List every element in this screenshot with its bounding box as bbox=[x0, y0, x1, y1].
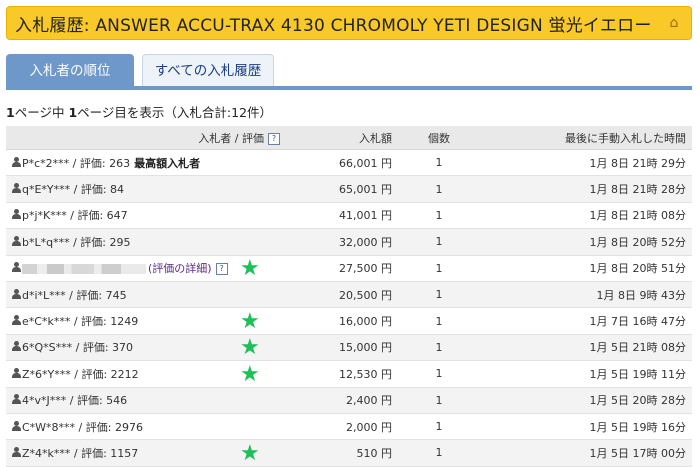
highest-bidder-label: 最高額入札者 bbox=[134, 156, 201, 170]
bid-time: 1月 7日 16時 47分 bbox=[480, 307, 692, 335]
user-icon bbox=[12, 420, 21, 432]
bid-amount: 32,000 円 bbox=[286, 228, 398, 256]
bid-time: 1月 8日 20時 51分 bbox=[480, 255, 692, 282]
bid-qty: 1 bbox=[398, 175, 480, 203]
bidder-id[interactable]: Z*4*k*** / 評価: 1157 bbox=[22, 447, 138, 460]
bid-amount: 65,001 円 bbox=[286, 175, 398, 203]
bid-time: 1月 5日 21時 08分 bbox=[480, 334, 692, 362]
bid-qty: 1 bbox=[398, 228, 480, 256]
rating-detail-link[interactable]: (評価の詳細) bbox=[148, 262, 212, 275]
bidder-id[interactable]: Z*6*Y*** / 評価: 2212 bbox=[22, 368, 139, 381]
bid-qty: 1 bbox=[398, 387, 480, 414]
star-icon: ★ bbox=[240, 309, 260, 335]
bidder-id[interactable]: e*C*k*** / 評価: 1249 bbox=[22, 315, 138, 328]
bid-qty: 1 bbox=[398, 149, 480, 177]
bid-amount: 510 円 bbox=[286, 439, 398, 467]
summary-text-a: ページ中 bbox=[14, 105, 65, 120]
page-title-bar: 入札履歴: ANSWER ACCU-TRAX 4130 CHROMOLY YET… bbox=[6, 6, 692, 40]
user-icon bbox=[12, 235, 21, 247]
bidder-id[interactable]: P*c*2*** / 評価: 263 bbox=[22, 157, 130, 170]
blurred-bidder-id bbox=[22, 264, 146, 275]
results-summary: 1ページ中 1ページ目を表示（入札合計:12件） bbox=[6, 102, 272, 121]
total-pages: 1 bbox=[6, 105, 15, 120]
user-icon bbox=[12, 367, 21, 379]
bid-history-table: 入札者 / 評価? 入札額 個数 最後に手動入札した時間 P*c*2*** / … bbox=[6, 126, 692, 467]
bidder-id[interactable]: 6*Q*S*** / 評価: 370 bbox=[22, 341, 133, 354]
table-row: 4*v*J*** / 評価: 546 2,400 円 1 1月 5日 20時 2… bbox=[6, 387, 692, 414]
user-icon bbox=[12, 446, 21, 458]
user-icon bbox=[12, 156, 21, 168]
bid-amount: 41,001 円 bbox=[286, 202, 398, 230]
bid-qty: 1 bbox=[398, 413, 480, 441]
table-row: q*E*Y*** / 評価: 84 65,001 円 1 1月 8日 21時 2… bbox=[6, 175, 692, 203]
bid-amount: 27,500 円 bbox=[286, 255, 398, 282]
bid-amount: 12,530 円 bbox=[286, 360, 398, 388]
bid-amount: 15,000 円 bbox=[286, 334, 398, 362]
bid-qty: 1 bbox=[398, 334, 480, 362]
user-icon bbox=[12, 341, 21, 352]
bid-time: 1月 5日 19時 16分 bbox=[480, 413, 692, 441]
header-amount: 入札額 bbox=[286, 126, 398, 150]
label-icon: ⌂ bbox=[669, 15, 679, 31]
table-row: C*W*8*** / 評価: 2976 2,000 円 1 1月 5日 19時 … bbox=[6, 413, 692, 441]
summary-text-b: ページ目を表示（入札合計:12件） bbox=[77, 105, 273, 120]
bid-time: 1月 8日 21時 29分 bbox=[480, 149, 692, 177]
bid-qty: 1 bbox=[398, 255, 480, 282]
bid-time: 1月 8日 20時 52分 bbox=[480, 228, 692, 256]
tab-bidder-ranking[interactable]: 入札者の順位 bbox=[6, 54, 134, 86]
table-row: b*L*q*** / 評価: 295 32,000 円 1 1月 8日 20時 … bbox=[6, 228, 692, 256]
bidder-id[interactable]: C*W*8*** / 評価: 2976 bbox=[22, 421, 143, 434]
bid-amount: 2,000 円 bbox=[286, 413, 398, 441]
bid-qty: 1 bbox=[398, 307, 480, 335]
bid-time: 1月 8日 9時 43分 bbox=[480, 281, 692, 309]
star-icon: ★ bbox=[240, 440, 260, 466]
table-row: Z*6*Y*** / 評価: 2212 ★ 12,530 円 1 1月 5日 19… bbox=[6, 360, 692, 388]
bidder-id[interactable]: b*L*q*** / 評価: 295 bbox=[22, 236, 131, 249]
bid-qty: 1 bbox=[398, 281, 480, 309]
bid-amount: 16,000 円 bbox=[286, 307, 398, 335]
bid-qty: 1 bbox=[398, 439, 480, 467]
table-row: (評価の詳細)? ★ 27,500 円 1 1月 8日 20時 51分 bbox=[6, 255, 692, 282]
current-page: 1 bbox=[68, 105, 78, 120]
star-icon: ★ bbox=[240, 361, 260, 387]
bidder-id[interactable]: p*j*K*** / 評価: 647 bbox=[22, 209, 128, 222]
bid-time: 1月 5日 19時 11分 bbox=[480, 360, 692, 388]
table-row: d*i*L*** / 評価: 745 20,500 円 1 1月 8日 9時 4… bbox=[6, 281, 692, 309]
table-row: p*j*K*** / 評価: 647 41,001 円 1 1月 8日 21時 … bbox=[6, 202, 692, 230]
page-title: 入札履歴: ANSWER ACCU-TRAX 4130 CHROMOLY YET… bbox=[15, 15, 652, 36]
table-row: P*c*2*** / 評価: 263 最高額入札者 66,001 円 1 1月 8… bbox=[6, 149, 692, 177]
header-qty: 個数 bbox=[398, 126, 480, 150]
tab-all-bid-history[interactable]: すべての入札履歴 bbox=[142, 54, 274, 86]
user-icon bbox=[12, 315, 21, 326]
bid-time: 1月 5日 20時 28分 bbox=[480, 387, 692, 414]
bid-time: 1月 5日 17時 00分 bbox=[480, 439, 692, 467]
header-time: 最後に手動入札した時間 bbox=[480, 126, 692, 150]
bid-amount: 66,001 円 bbox=[286, 149, 398, 177]
table-header-row: 入札者 / 評価? 入札額 個数 最後に手動入札した時間 bbox=[6, 126, 692, 150]
user-icon bbox=[12, 183, 21, 194]
tab-underline bbox=[6, 86, 692, 90]
table-row: Z*4*k*** / 評価: 1157 ★ 510 円 1 1月 5日 17時 0… bbox=[6, 439, 692, 467]
bidder-id[interactable]: q*E*Y*** / 評価: 84 bbox=[22, 183, 124, 196]
help-icon[interactable]: ? bbox=[268, 132, 280, 145]
star-icon: ★ bbox=[240, 256, 260, 282]
user-icon bbox=[12, 288, 21, 300]
bid-qty: 1 bbox=[398, 360, 480, 388]
bidder-id[interactable]: 4*v*J*** / 評価: 546 bbox=[22, 394, 127, 407]
tab-bar: 入札者の順位 すべての入札履歴 bbox=[6, 54, 692, 90]
table-row: e*C*k*** / 評価: 1249 ★ 16,000 円 1 1月 7日 16… bbox=[6, 307, 692, 335]
bid-amount: 2,400 円 bbox=[286, 387, 398, 414]
bid-time: 1月 8日 21時 28分 bbox=[480, 175, 692, 203]
bid-amount: 20,500 円 bbox=[286, 281, 398, 309]
star-icon: ★ bbox=[240, 335, 260, 361]
user-icon bbox=[12, 394, 21, 405]
header-bidder: 入札者 / 評価? bbox=[6, 126, 286, 150]
help-icon[interactable]: ? bbox=[215, 263, 228, 276]
table-row: 6*Q*S*** / 評価: 370 ★ 15,000 円 1 1月 5日 21時… bbox=[6, 334, 692, 362]
bidder-id[interactable]: d*i*L*** / 評価: 745 bbox=[22, 289, 127, 302]
user-icon bbox=[12, 209, 21, 220]
user-icon bbox=[12, 262, 21, 273]
bid-time: 1月 8日 21時 08分 bbox=[480, 202, 692, 230]
bid-qty: 1 bbox=[398, 202, 480, 230]
